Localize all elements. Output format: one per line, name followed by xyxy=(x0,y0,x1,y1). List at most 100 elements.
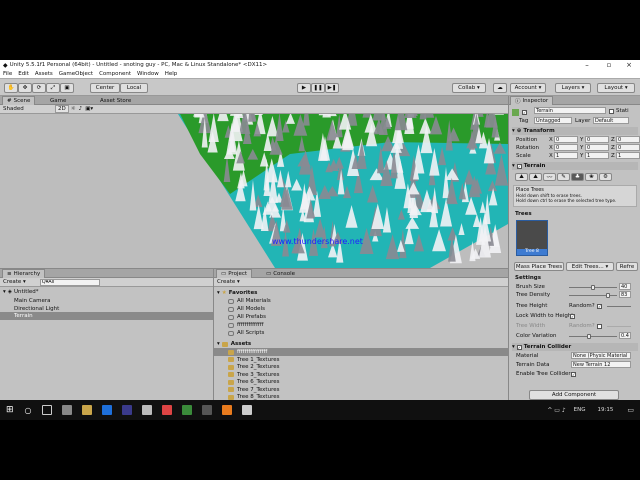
collider-enabled-checkbox[interactable]: ✓ xyxy=(516,344,522,350)
hierarchy-item[interactable]: Terrain xyxy=(0,312,213,320)
tag-dropdown[interactable]: Untagged xyxy=(534,117,572,124)
menu-component[interactable]: Component xyxy=(99,71,131,77)
rect-tool-icon[interactable]: ▣ xyxy=(60,83,74,93)
favorite-item[interactable]: All Materials xyxy=(228,297,271,305)
task-view-icon[interactable] xyxy=(41,405,52,415)
effects-icon[interactable]: ▣▾ xyxy=(85,106,93,112)
tree-density-field[interactable]: 83 xyxy=(619,291,631,298)
layers-dropdown[interactable]: Layers ▾ xyxy=(555,83,591,93)
terrain-collider-header[interactable]: ▾ ✓ Terrain Collider xyxy=(512,343,638,351)
static-toggle[interactable]: Stati xyxy=(609,107,629,115)
brush-size-slider[interactable] xyxy=(569,285,617,290)
paint-details-icon[interactable]: ❀ xyxy=(585,173,598,181)
hierarchy-create-dropdown[interactable]: Create ▾ xyxy=(3,279,26,285)
terrain-enabled-checkbox[interactable]: ✓ xyxy=(516,163,522,169)
menu-help[interactable]: Help xyxy=(165,71,178,77)
add-component-button[interactable]: Add Component xyxy=(529,390,619,400)
transform-scale-y-field[interactable]: 1 xyxy=(585,152,609,159)
enable-tree-collider-checkbox[interactable]: ✓ xyxy=(571,370,578,378)
color-variation-slider[interactable] xyxy=(569,334,617,339)
tab-hierarchy[interactable]: ≡ Hierarchy xyxy=(2,269,46,278)
collab-dropdown[interactable]: Collab ▾ xyxy=(452,83,486,93)
rotate-tool-icon[interactable]: ⟳ xyxy=(32,83,46,93)
refresh-button[interactable]: Refre xyxy=(616,262,638,271)
shading-dropdown[interactable]: Shaded xyxy=(3,106,55,112)
pause-button[interactable]: ❚❚ xyxy=(311,83,325,93)
transform-position-z-field[interactable]: 0 xyxy=(616,136,640,143)
menu-edit[interactable]: Edit xyxy=(18,71,29,77)
paint-height-icon[interactable]: ⛰ xyxy=(529,173,542,181)
store-icon[interactable] xyxy=(61,405,72,415)
hierarchy-search-input[interactable]: Q▾All xyxy=(39,278,100,286)
unity-taskbar-icon[interactable] xyxy=(201,405,212,415)
transform-rotation-x-field[interactable]: 0 xyxy=(554,144,578,151)
slider-handle[interactable] xyxy=(586,334,591,339)
menu-file[interactable]: File xyxy=(3,71,12,77)
app-icon-1[interactable] xyxy=(121,405,132,415)
favorites-header[interactable]: ▾ ★ Favorites xyxy=(217,289,257,297)
menu-gameobject[interactable]: GameObject xyxy=(59,71,93,77)
tab-game[interactable]: Game xyxy=(46,96,70,105)
start-icon[interactable]: ⊞ xyxy=(6,405,14,415)
language-indicator[interactable]: ENG xyxy=(574,407,586,413)
transform-scale-x-field[interactable]: 1 xyxy=(554,152,578,159)
lighting-icon[interactable]: ☼ xyxy=(71,106,76,112)
file-explorer-icon[interactable] xyxy=(81,405,92,415)
edge-icon[interactable] xyxy=(101,405,112,415)
tree-height-range-slider[interactable] xyxy=(607,306,631,307)
favorite-item[interactable]: All Prefabs xyxy=(228,313,266,321)
account-dropdown[interactable]: Account ▾ xyxy=(510,83,546,93)
transform-position-x-field[interactable]: 0 xyxy=(554,136,578,143)
assets-header[interactable]: ▾ Assets xyxy=(217,340,251,348)
favorite-item[interactable]: All Scripts xyxy=(228,329,264,337)
hand-tool-icon[interactable]: ✋ xyxy=(4,83,18,93)
scene-viewport[interactable]: www.thundershare.net xyxy=(0,114,508,268)
tree-density-slider[interactable] xyxy=(569,293,617,298)
project-create-dropdown[interactable]: Create ▾ xyxy=(217,279,240,285)
app-icon-4[interactable] xyxy=(241,405,252,415)
color-variation-field[interactable]: 0.4 xyxy=(619,332,631,339)
menu-assets[interactable]: Assets xyxy=(35,71,53,77)
transform-rotation-y-field[interactable]: 0 xyxy=(585,144,609,151)
transform-header[interactable]: ▾ ⊕ Transform xyxy=(512,127,638,135)
menu-window[interactable]: Window xyxy=(137,71,159,77)
notifications-icon[interactable]: ▭ xyxy=(627,406,634,414)
brush-size-field[interactable]: 40 xyxy=(619,283,631,290)
step-button[interactable]: ▶❚ xyxy=(325,83,339,93)
favorite-item[interactable]: ffffffffffffff xyxy=(228,321,264,329)
audio-icon[interactable]: ♪ xyxy=(79,106,83,112)
minimize-button[interactable]: – xyxy=(576,60,598,70)
play-button[interactable]: ▶ xyxy=(297,83,311,93)
terrain-component-header[interactable]: ▾ ✓ Terrain xyxy=(512,162,638,170)
tree-width-range-slider[interactable] xyxy=(607,326,631,327)
app-icon-3[interactable] xyxy=(181,405,192,415)
tree-prototype-tile[interactable]: Tree 8 xyxy=(516,220,548,256)
pivot-local-button[interactable]: Local xyxy=(120,83,148,93)
transform-rotation-z-field[interactable]: 0 xyxy=(616,144,640,151)
mass-place-trees-button[interactable]: Mass Place Trees xyxy=(514,262,564,271)
tab-project[interactable]: ▭ Project xyxy=(216,269,253,278)
tray-icons[interactable]: ^ ▭ ♪ xyxy=(547,407,565,414)
tab-console[interactable]: ▭ Console xyxy=(262,269,299,278)
close-button[interactable]: × xyxy=(618,60,640,70)
scale-tool-icon[interactable]: ⤢ xyxy=(46,83,60,93)
tab-asset-store[interactable]: Asset Store xyxy=(96,96,135,105)
transform-position-y-field[interactable]: 0 xyxy=(585,136,609,143)
tab-inspector[interactable]: ⓘ Inspector xyxy=(510,96,554,105)
maximize-button[interactable]: ▫ xyxy=(598,60,620,70)
lock-width-checkbox[interactable]: ✓ xyxy=(570,312,577,320)
chrome-icon[interactable] xyxy=(161,405,172,415)
raise-terrain-icon[interactable]: ⛰ xyxy=(515,173,528,181)
active-checkbox[interactable]: ✓ xyxy=(522,109,527,115)
app-icon-2[interactable] xyxy=(141,405,152,415)
slider-handle[interactable] xyxy=(605,293,610,298)
paint-texture-icon[interactable]: ✎ xyxy=(557,173,570,181)
tab-scene[interactable]: # Scene xyxy=(2,96,36,105)
material-field[interactable]: None (Physic Material xyxy=(571,352,631,359)
terrain-settings-icon[interactable]: ⚙ xyxy=(599,173,612,181)
cloud-icon[interactable]: ☁ xyxy=(493,83,507,93)
layer-dropdown[interactable]: Default xyxy=(593,117,629,124)
place-trees-icon[interactable]: ♣ xyxy=(571,173,584,181)
tree-width-random-checkbox[interactable] xyxy=(597,322,604,330)
smooth-height-icon[interactable]: 〰 xyxy=(543,173,556,181)
